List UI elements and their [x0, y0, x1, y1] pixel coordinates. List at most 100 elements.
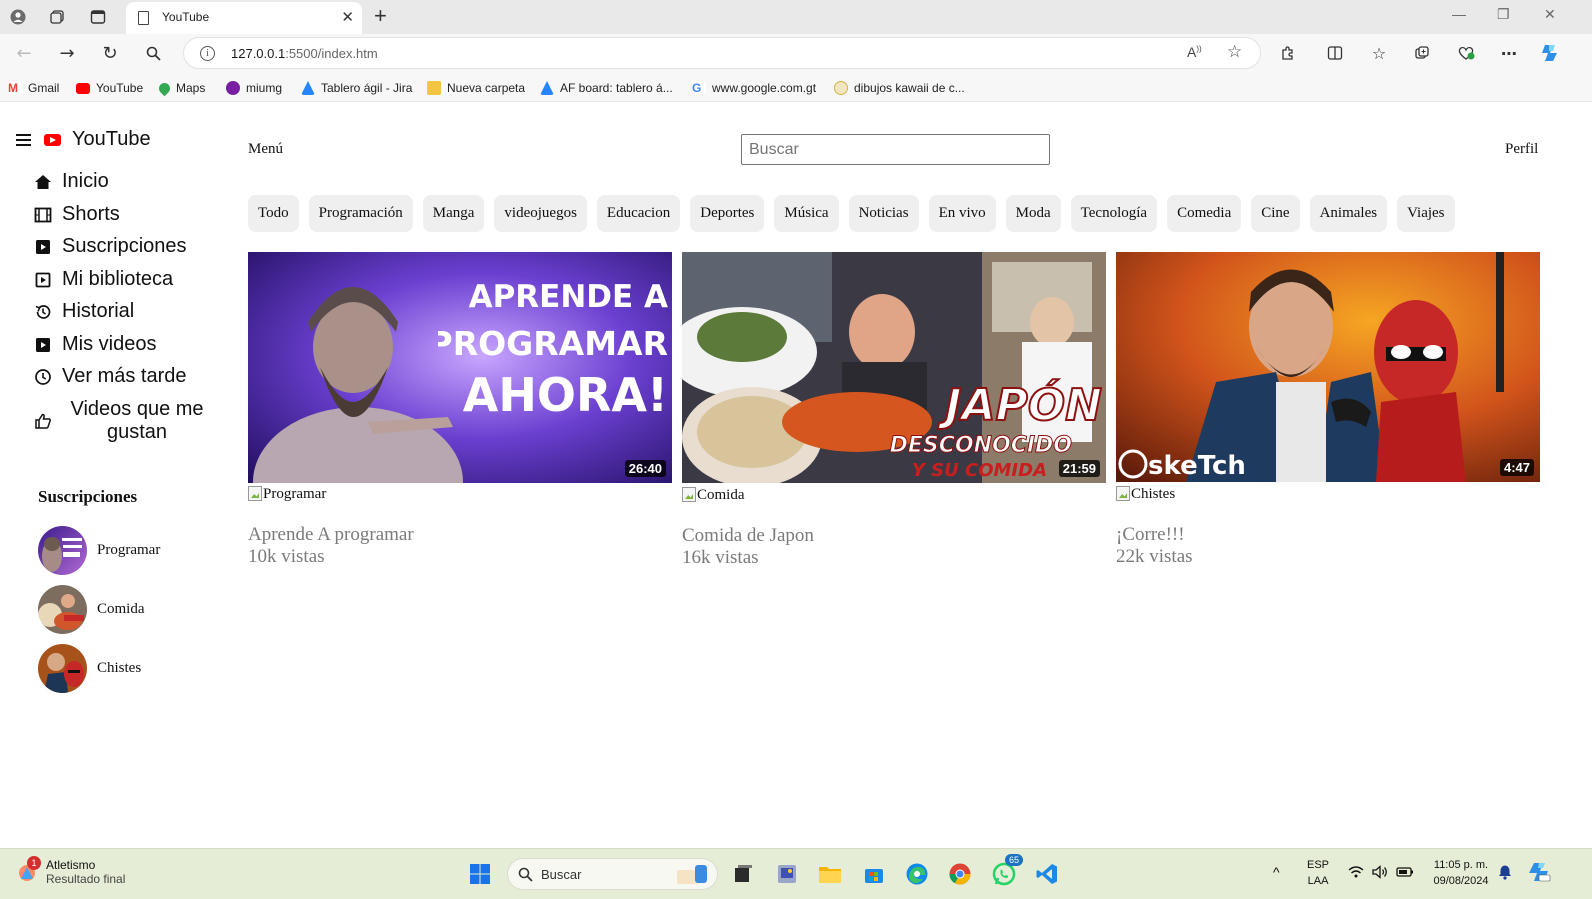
sidebar-item-ver-mas-tarde[interactable]: Ver más tarde: [34, 365, 234, 388]
restore-icon[interactable]: ❐: [1497, 6, 1510, 23]
back-icon[interactable]: ←: [12, 41, 36, 65]
show-hidden-icons[interactable]: ^: [1273, 864, 1280, 880]
kawaii-icon: [834, 81, 848, 95]
clock-date: 09/08/2024: [1433, 875, 1489, 887]
search-icon[interactable]: [141, 41, 165, 65]
chip-educacion[interactable]: Educacion: [596, 195, 681, 232]
brand[interactable]: YouTube: [16, 128, 151, 151]
chip-todo[interactable]: Todo: [248, 195, 299, 232]
language-indicator[interactable]: ESP LAA: [1307, 857, 1329, 889]
more-options-icon[interactable]: ⋯: [1497, 41, 1521, 65]
chip-animales[interactable]: Animales: [1309, 195, 1388, 232]
refresh-icon[interactable]: ↻: [98, 41, 122, 65]
svg-text:DESCONOCIDO: DESCONOCIDO: [890, 433, 1072, 458]
video-title[interactable]: ¡Corre!!!: [1116, 524, 1540, 546]
menu-link[interactable]: Menú: [248, 141, 283, 158]
chip-cine[interactable]: Cine: [1251, 195, 1300, 232]
microsoft-store-icon[interactable]: [860, 860, 888, 888]
video-thumbnail[interactable]: JAPÓN DESCONOCIDO Y SU COMIDA 21:59: [682, 252, 1106, 483]
chip-moda[interactable]: Moda: [1005, 195, 1061, 232]
media-app-icon[interactable]: [773, 860, 801, 888]
whatsapp-badge: 65: [1005, 854, 1024, 866]
bookmark-miumg[interactable]: miumg: [226, 79, 282, 97]
copilot-taskbar-icon[interactable]: [1527, 861, 1551, 888]
url-text: 127.0.0.1:5500/index.htm: [231, 46, 378, 61]
split-screen-icon[interactable]: [1323, 41, 1347, 65]
video-card[interactable]: APRENDE A PROGRAMAR AHORA! 26:40 Program…: [248, 252, 672, 568]
bookmark-af-board[interactable]: AF board: tablero á...: [540, 79, 673, 97]
chip-tecnologia[interactable]: Tecnología: [1070, 195, 1158, 232]
collections-icon[interactable]: [1410, 41, 1434, 65]
news-widget[interactable]: 1 Atletismo Resultado final: [16, 856, 125, 886]
video-title[interactable]: Comida de Japon: [682, 525, 1106, 547]
sidebar-item-inicio[interactable]: Inicio: [34, 170, 234, 193]
close-tab-icon[interactable]: ✕: [341, 8, 354, 26]
video-title[interactable]: Aprende A programar: [248, 524, 672, 546]
search-input[interactable]: [741, 134, 1050, 165]
read-aloud-icon[interactable]: A)): [1187, 44, 1202, 60]
close-window-icon[interactable]: ✕: [1544, 6, 1556, 23]
copilot-icon[interactable]: [1538, 41, 1562, 65]
video-thumbnail[interactable]: APRENDE A PROGRAMAR AHORA! 26:40: [248, 252, 672, 483]
sidebar-item-suscripciones[interactable]: Suscripciones: [34, 235, 234, 258]
volume-icon[interactable]: [1372, 865, 1388, 884]
subscription-item[interactable]: Programar: [38, 526, 160, 575]
video-thumbnail[interactable]: skeTch 4:47: [1116, 252, 1540, 482]
chip-videojuegos[interactable]: videojuegos: [494, 195, 587, 232]
file-explorer-icon[interactable]: [816, 860, 844, 888]
whatsapp-icon[interactable]: 65: [990, 854, 1024, 888]
site-info-icon[interactable]: i: [200, 46, 215, 61]
vscode-icon[interactable]: [1033, 860, 1061, 888]
taskbar-search[interactable]: Buscar: [507, 858, 718, 890]
workspaces-icon[interactable]: [46, 6, 68, 28]
folder-icon: [427, 81, 441, 95]
sidebar-item-shorts[interactable]: Shorts: [34, 203, 234, 226]
bookmark-folder[interactable]: Nueva carpeta: [427, 79, 525, 97]
chrome-icon[interactable]: [946, 860, 974, 888]
sidebar-item-biblioteca[interactable]: Mi biblioteca: [34, 268, 234, 291]
chip-programacion[interactable]: Programación: [308, 195, 413, 232]
vertical-tabs-icon[interactable]: [87, 6, 109, 28]
new-tab-icon[interactable]: +: [374, 3, 387, 29]
favorites-icon[interactable]: ☆: [1367, 41, 1391, 65]
browser-toolbar: ← → ↻ i 127.0.0.1:5500/index.htm A)) ☆ ☆…: [0, 34, 1592, 72]
chip-manga[interactable]: Manga: [422, 195, 485, 232]
wifi-icon[interactable]: [1348, 865, 1364, 884]
avatar: [38, 644, 87, 693]
video-card[interactable]: skeTch 4:47 Chistes ¡Corre!!! 22k vistas: [1116, 252, 1540, 568]
battery-icon[interactable]: [1396, 865, 1414, 884]
profile-link[interactable]: Perfil: [1505, 141, 1538, 158]
chip-deportes[interactable]: Deportes: [690, 195, 765, 232]
windows-start-icon[interactable]: [466, 860, 494, 888]
video-card[interactable]: JAPÓN DESCONOCIDO Y SU COMIDA 21:59 Comi…: [682, 252, 1106, 569]
clock[interactable]: 11:05 p. m. 09/08/2024: [1428, 857, 1494, 889]
bookmark-kawaii[interactable]: dibujos kawaii de c...: [834, 79, 965, 97]
subscription-item[interactable]: Comida: [38, 585, 145, 634]
bookmark-google[interactable]: Gwww.google.com.gt: [692, 79, 816, 97]
subscription-item[interactable]: Chistes: [38, 644, 141, 693]
minimize-icon[interactable]: —: [1452, 6, 1466, 22]
sidebar-item-videos-gustan[interactable]: Videos que me gustan: [34, 398, 234, 444]
notifications-bell-icon[interactable]: [1497, 864, 1513, 885]
extensions-icon[interactable]: [1276, 41, 1300, 65]
sidebar-item-mis-videos[interactable]: Mis videos: [34, 333, 234, 356]
bookmark-maps[interactable]: Maps: [156, 79, 205, 97]
chip-noticias[interactable]: Noticias: [848, 195, 919, 232]
profile-icon[interactable]: [7, 6, 29, 28]
task-view-icon[interactable]: [729, 860, 757, 888]
favorite-star-icon[interactable]: ☆: [1227, 42, 1242, 62]
chip-viajes[interactable]: Viajes: [1397, 195, 1455, 232]
chip-en-vivo[interactable]: En vivo: [928, 195, 996, 232]
bookmark-youtube[interactable]: YouTube: [76, 79, 143, 97]
edge-browser-icon[interactable]: [903, 860, 931, 888]
active-tab[interactable]: YouTube ✕: [126, 2, 362, 34]
sidebar-item-historial[interactable]: Historial: [34, 300, 234, 323]
address-bar[interactable]: i 127.0.0.1:5500/index.htm A)) ☆: [183, 37, 1261, 69]
hamburger-menu-icon[interactable]: [16, 133, 31, 146]
chip-comedia[interactable]: Comedia: [1167, 195, 1242, 232]
chip-musica[interactable]: Música: [774, 195, 839, 232]
forward-icon[interactable]: →: [55, 41, 79, 65]
bookmark-gmail[interactable]: M Gmail: [8, 79, 59, 97]
bookmark-jira[interactable]: Tablero ágil - Jira: [301, 79, 412, 97]
browser-essentials-icon[interactable]: [1454, 41, 1478, 65]
